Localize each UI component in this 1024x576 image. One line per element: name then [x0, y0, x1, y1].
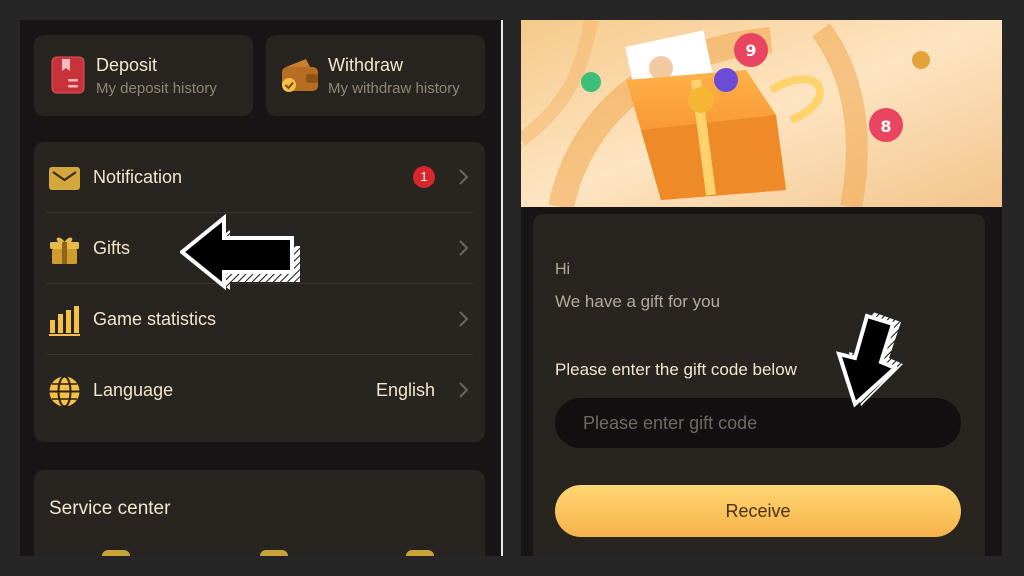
globe-icon	[49, 375, 80, 408]
service-icon[interactable]	[102, 550, 130, 556]
menu-item-game-statistics[interactable]: Game statistics	[34, 284, 485, 355]
envelope-icon	[49, 167, 80, 190]
language-value: English	[375, 380, 435, 400]
deposit-book-icon	[51, 56, 85, 94]
wallet-icon	[282, 59, 318, 92]
deposit-title: Deposit	[96, 55, 158, 75]
pointer-arrow-down-icon	[836, 312, 903, 408]
menu-item-language[interactable]: Language English	[34, 355, 485, 426]
notification-badge: 1	[413, 166, 435, 188]
bar-chart-icon	[49, 306, 80, 336]
menu-list: Notification 1 Gifts Game statistics Lan…	[34, 142, 485, 442]
greeting-text: Hi	[555, 261, 571, 278]
chevron-right-icon	[459, 169, 469, 185]
chevron-right-icon	[459, 240, 469, 256]
left-screen: Deposit My deposit history Withdraw My w…	[20, 20, 501, 556]
deposit-card[interactable]: Deposit My deposit history	[34, 35, 253, 116]
gift-code-card: Hi We have a gift for you Please enter t…	[533, 214, 985, 556]
menu-item-label: Gifts	[93, 238, 131, 258]
deposit-subtitle: My deposit history	[96, 80, 217, 97]
menu-item-label: Language	[93, 380, 174, 400]
chevron-right-icon	[459, 382, 469, 398]
withdraw-subtitle: My withdraw history	[328, 80, 460, 97]
svg-text:8: 8	[880, 117, 891, 136]
service-center-card: Service center	[34, 470, 485, 556]
gift-code-label: Please enter the gift code below	[555, 360, 797, 379]
receive-button[interactable]: Receive	[555, 485, 961, 537]
menu-item-label: Game statistics	[93, 309, 217, 329]
gift-message: We have a gift for you	[555, 292, 721, 311]
service-icon[interactable]	[406, 550, 434, 556]
service-center-title: Service center	[49, 498, 171, 519]
gift-box-icon	[50, 237, 79, 264]
pointer-arrow-left-icon	[180, 213, 300, 291]
gift-banner-image: 9 8	[521, 20, 1002, 207]
svg-text:9: 9	[745, 41, 756, 60]
menu-item-label: Notification	[93, 167, 183, 187]
withdraw-card[interactable]: Withdraw My withdraw history	[266, 35, 485, 116]
chevron-right-icon	[459, 311, 469, 327]
service-icon[interactable]	[260, 550, 288, 556]
menu-item-notification[interactable]: Notification 1	[34, 142, 485, 213]
panel-divider	[501, 20, 503, 556]
right-screen: 9 8 Hi We have a gift for you Please ent…	[521, 20, 1002, 556]
withdraw-title: Withdraw	[328, 55, 404, 75]
